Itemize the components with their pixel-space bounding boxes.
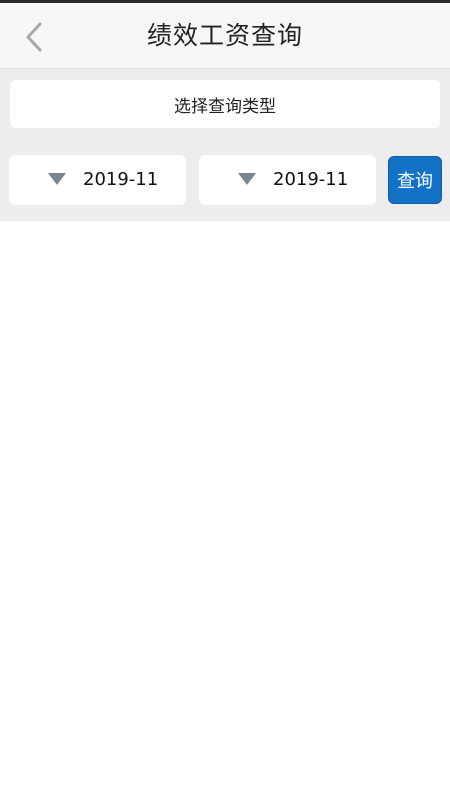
header-bar: 绩效工资查询 [0, 3, 450, 69]
start-date-picker[interactable]: 2019-11 [9, 155, 186, 205]
end-date-picker[interactable]: 2019-11 [199, 155, 376, 205]
start-date-value: 2019-11 [83, 169, 159, 190]
query-type-selector[interactable]: 选择查询类型 [10, 80, 440, 128]
filter-panel: 选择查询类型 2019-11 2019-11 查询 [0, 69, 450, 221]
caret-down-icon [238, 173, 256, 185]
query-button[interactable]: 查询 [388, 156, 442, 204]
caret-down-icon [48, 173, 66, 185]
app-screen: 绩效工资查询 选择查询类型 2019-11 2019-11 查询 [0, 0, 450, 800]
end-date-value: 2019-11 [273, 169, 349, 190]
results-area [0, 221, 450, 800]
query-type-label: 选择查询类型 [174, 96, 276, 117]
page-title: 绩效工资查询 [146, 21, 303, 50]
